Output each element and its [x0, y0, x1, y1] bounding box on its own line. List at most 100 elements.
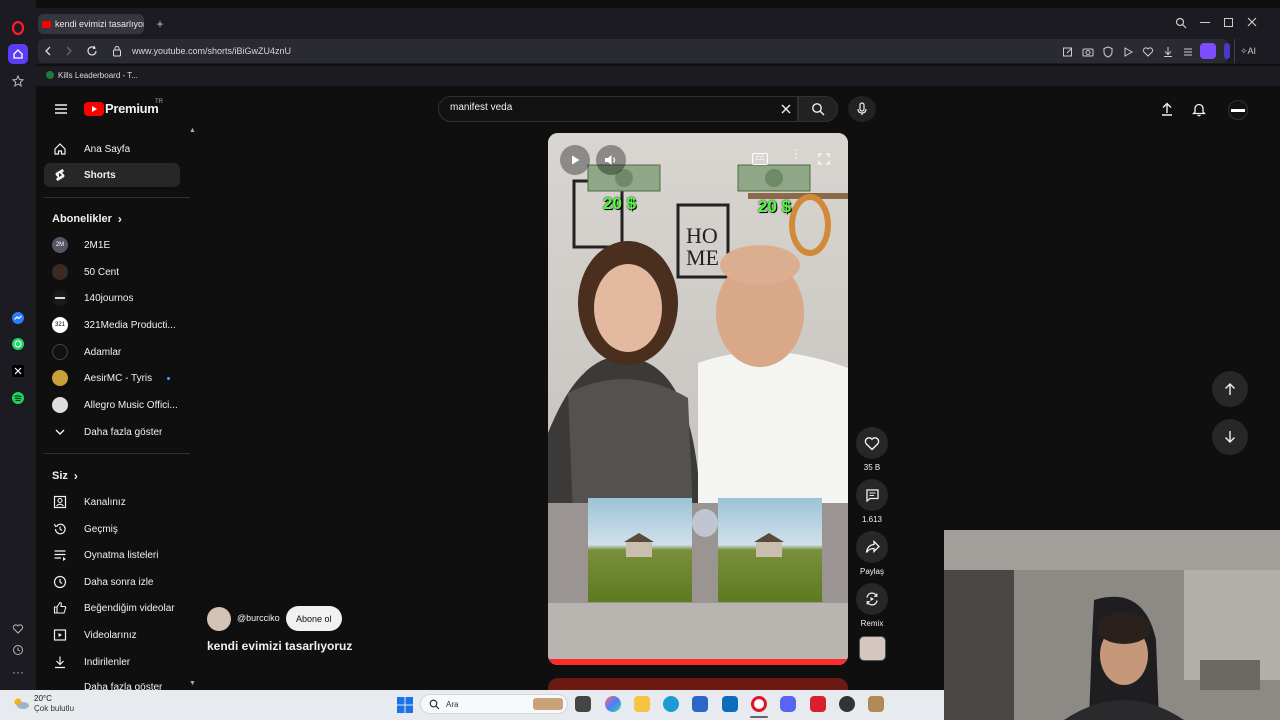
- channel-avatar[interactable]: [207, 607, 231, 631]
- show-more-subscriptions[interactable]: Daha fazla göster: [44, 420, 180, 444]
- sidebar-item-subscription[interactable]: 2M 2M1E: [44, 233, 180, 257]
- sidebar-item-shorts[interactable]: Shorts: [44, 163, 180, 187]
- chevron-down-icon: [52, 424, 68, 440]
- channel-handle[interactable]: @burcciko: [237, 613, 280, 623]
- weather-description: Çok bulutlu: [34, 704, 75, 713]
- sidebar-item-your-channel[interactable]: Kanalınız: [44, 490, 180, 514]
- copilot-icon[interactable]: [605, 696, 621, 712]
- remix-button[interactable]: [856, 583, 888, 615]
- sidebar-item-subscription[interactable]: 140journos: [44, 286, 180, 310]
- new-tab-icon[interactable]: +: [154, 18, 166, 30]
- sidebar-item-home[interactable]: Ana Sayfa: [44, 137, 180, 161]
- sidebar-toggle-icon[interactable]: [1224, 43, 1230, 59]
- more-options-icon[interactable]: ⋮: [790, 148, 802, 160]
- maximize-icon[interactable]: [1224, 18, 1233, 27]
- file-explorer-icon[interactable]: [634, 696, 650, 712]
- app-red-icon[interactable]: [810, 696, 826, 712]
- short-video-player[interactable]: HO ME: [548, 133, 848, 665]
- subscriptions-heading[interactable]: Abonelikler ›: [52, 212, 122, 226]
- bookmark-item[interactable]: Kills Leaderboard - T...: [58, 71, 138, 80]
- sidebar-item-playlists[interactable]: Oynatma listeleri: [44, 543, 180, 567]
- comment-icon: [865, 488, 879, 502]
- search-button[interactable]: [798, 96, 838, 122]
- sidebar-item-show-more[interactable]: Daha fazla göster: [44, 676, 180, 690]
- opera-taskbar-icon[interactable]: [751, 696, 767, 712]
- like-button[interactable]: [856, 427, 888, 459]
- store-icon[interactable]: [692, 696, 708, 712]
- sidebar-item-subscription[interactable]: AesirMC - Tyris: [44, 366, 180, 390]
- home-icon[interactable]: [8, 44, 28, 64]
- sidebar-item-history[interactable]: Geçmiş: [44, 517, 180, 541]
- windows-start-icon[interactable]: [397, 697, 413, 713]
- camera-icon[interactable]: [1082, 46, 1094, 58]
- star-icon[interactable]: [8, 71, 28, 91]
- more-icon[interactable]: ···: [8, 662, 28, 682]
- outlook-icon[interactable]: [722, 696, 738, 712]
- weather-icon[interactable]: [12, 696, 30, 710]
- new-content-dot: [167, 376, 170, 380]
- sidebar-item-label: AesirMC - Tyris: [84, 372, 153, 384]
- download-icon[interactable]: [1162, 46, 1174, 58]
- spotify-icon[interactable]: [8, 388, 28, 408]
- back-icon[interactable]: [43, 45, 53, 57]
- history-icon[interactable]: [8, 640, 28, 660]
- x-icon[interactable]: [8, 361, 28, 381]
- sidebar-item-liked-videos[interactable]: Beğendiğim videolar: [44, 596, 180, 620]
- close-window-icon[interactable]: [1246, 16, 1258, 28]
- edge-icon[interactable]: [663, 696, 679, 712]
- edit-icon[interactable]: [1062, 46, 1074, 58]
- remix-label: Remix: [860, 619, 884, 628]
- sidebar-item-subscription[interactable]: Allegro Music Offici...: [44, 393, 180, 417]
- youtube-logo-icon[interactable]: [84, 102, 104, 116]
- subscribe-button[interactable]: Abone ol: [286, 606, 342, 631]
- play-button[interactable]: [560, 145, 590, 175]
- sidebar-item-subscription[interactable]: 50 Cent: [44, 260, 180, 284]
- next-short-button[interactable]: [1212, 419, 1248, 455]
- sidebar-item-your-videos[interactable]: Videolarınız: [44, 623, 180, 647]
- player-icon[interactable]: [1122, 46, 1134, 58]
- search-tabs-icon[interactable]: [1175, 17, 1187, 29]
- shield-icon[interactable]: [1102, 46, 1114, 58]
- upload-icon[interactable]: [1160, 102, 1174, 116]
- fullscreen-icon[interactable]: [818, 153, 830, 165]
- mute-button[interactable]: [596, 145, 626, 175]
- app-folder-icon[interactable]: [868, 696, 884, 712]
- clear-search-icon[interactable]: [780, 103, 792, 115]
- notifications-icon[interactable]: [1192, 102, 1206, 117]
- profile-icon[interactable]: [1200, 43, 1216, 59]
- share-button[interactable]: [856, 531, 888, 563]
- minimize-icon[interactable]: [1200, 22, 1210, 23]
- chevron-right-icon: ›: [73, 469, 78, 483]
- taskbar-search[interactable]: Ara: [420, 694, 568, 714]
- sidebar-item-downloads[interactable]: İndirilenler: [44, 650, 180, 674]
- url-text[interactable]: www.youtube.com/shorts/iBiGwZU4znU: [132, 46, 291, 56]
- heart-icon[interactable]: [8, 619, 28, 639]
- sidebar-item-watch-later[interactable]: Daha sonra izle: [44, 570, 180, 594]
- hamburger-icon[interactable]: [54, 103, 68, 115]
- sidebar-item-subscription[interactable]: Adamlar: [44, 340, 180, 364]
- sidebar-item-subscription[interactable]: 321 321Media Producti...: [44, 313, 180, 337]
- account-avatar[interactable]: [1228, 100, 1248, 120]
- captions-icon[interactable]: CC: [752, 153, 768, 165]
- menu-icon[interactable]: [1182, 46, 1194, 58]
- aria-ai-button[interactable]: ✧AI: [1240, 46, 1256, 57]
- voice-search-button[interactable]: [848, 96, 876, 122]
- whatsapp-icon[interactable]: [8, 334, 28, 354]
- you-heading[interactable]: Siz ›: [52, 469, 78, 483]
- lock-icon[interactable]: [112, 45, 122, 57]
- comments-button[interactable]: [856, 479, 888, 511]
- steam-icon[interactable]: [839, 696, 855, 712]
- scroll-down-arrow-icon[interactable]: ▼: [189, 680, 196, 687]
- task-view-icon[interactable]: [575, 696, 591, 712]
- scroll-up-arrow-icon[interactable]: ▲: [189, 127, 196, 134]
- messenger-icon[interactable]: [8, 308, 28, 328]
- browser-tab[interactable]: kendi evimizi tasarlıyoruz: [38, 14, 144, 34]
- opera-logo-icon[interactable]: [8, 18, 28, 38]
- discord-icon[interactable]: [780, 696, 796, 712]
- favorite-icon[interactable]: [1142, 46, 1154, 58]
- sound-thumbnail[interactable]: [859, 636, 886, 661]
- previous-short-button[interactable]: [1212, 371, 1248, 407]
- download-icon: [52, 654, 68, 670]
- forward-icon[interactable]: [64, 45, 74, 57]
- reload-icon[interactable]: [86, 45, 98, 57]
